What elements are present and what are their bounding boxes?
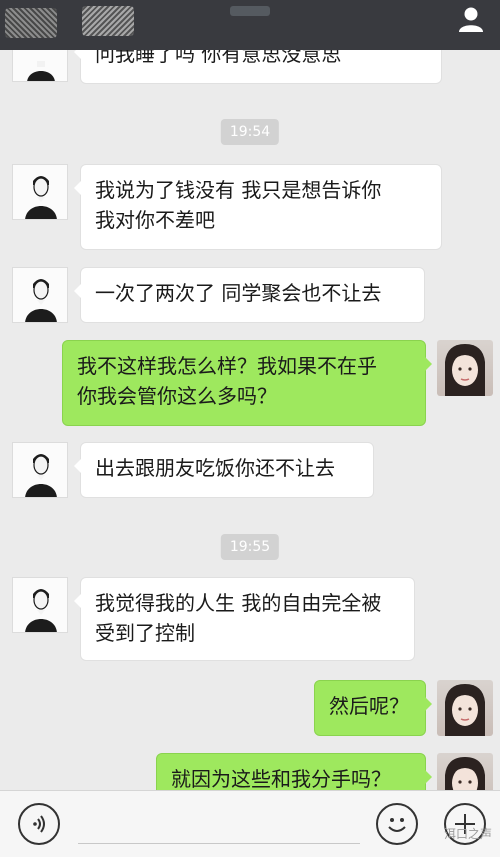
message-bubble-left[interactable]: 问我睡了吗 你有意思没意思 <box>74 50 442 84</box>
person-avatar-icon <box>25 454 57 497</box>
message-bubble-left[interactable]: 出去跟朋友吃饭你还不让去 <box>74 442 374 498</box>
message-bubble-left[interactable]: 一次了两次了 同学聚会也不让去 <box>74 267 425 323</box>
girl-portrait-icon <box>445 684 485 736</box>
person-avatar-icon <box>25 589 57 632</box>
contact-avatar[interactable] <box>12 267 68 323</box>
user-profile-icon[interactable] <box>456 4 486 34</box>
message-bubble-left[interactable]: 我说为了钱没有 我只是想告诉你 我对你不差吧 <box>74 164 442 250</box>
message-bubble-right[interactable]: 就因为这些和我分手吗？ <box>156 753 432 790</box>
emoji-icon <box>388 818 406 832</box>
title-bar <box>0 0 500 50</box>
contact-avatar[interactable] <box>12 577 68 633</box>
input-bar: 洱口之声 <box>0 790 500 857</box>
message-bubble-right[interactable]: 我不这样我怎么样？我如果不在乎 你我会管你这么多吗？ <box>62 340 432 426</box>
watermark: 洱口之声 <box>443 827 492 841</box>
contact-avatar[interactable] <box>12 442 68 498</box>
blurred-title-part <box>5 8 57 38</box>
person-avatar-icon <box>27 61 55 81</box>
voice-icon <box>33 815 45 833</box>
person-avatar-icon <box>25 279 57 322</box>
own-avatar[interactable] <box>437 680 493 736</box>
contact-avatar[interactable] <box>12 164 68 220</box>
chat-area[interactable]: 问我睡了吗 你有意思没意思 19:54 我说为了钱没有 我只是想告诉你 我对你不… <box>0 50 500 790</box>
message-bubble-left[interactable]: 我觉得我的人生 我的自由完全被 受到了控制 <box>74 577 415 661</box>
voice-button[interactable] <box>18 803 60 845</box>
person-avatar-icon <box>25 176 57 219</box>
own-avatar[interactable] <box>437 753 493 790</box>
girl-portrait-icon <box>445 344 485 396</box>
girl-portrait-icon <box>445 757 485 790</box>
own-avatar[interactable] <box>437 340 493 396</box>
timestamp: 19:54 <box>220 119 280 145</box>
message-bubble-right[interactable]: 然后呢？ <box>314 680 432 736</box>
blurred-title-part <box>230 6 270 16</box>
emoji-button[interactable] <box>376 803 418 845</box>
blurred-title-part <box>82 6 134 36</box>
timestamp: 19:55 <box>220 534 280 560</box>
contact-avatar[interactable] <box>12 50 68 82</box>
message-input[interactable] <box>78 843 360 844</box>
